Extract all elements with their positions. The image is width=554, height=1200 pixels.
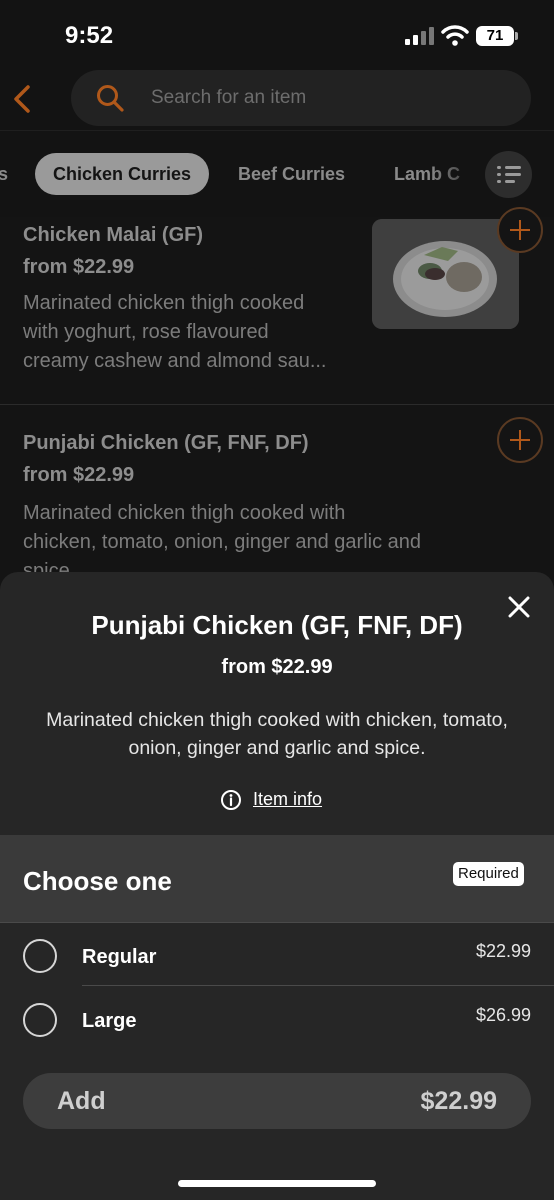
search-icon — [97, 85, 124, 112]
option-divider — [82, 985, 554, 986]
add-button-label: Add — [57, 1087, 106, 1115]
sheet-title: Punjabi Chicken (GF, FNF, DF) — [91, 610, 463, 640]
sheet-description: Marinated chicken thigh cooked with chic… — [46, 709, 508, 759]
add-to-cart-button[interactable]: Add $22.99 — [23, 1073, 531, 1129]
signal-icon — [405, 27, 435, 45]
home-indicator[interactable] — [178, 1180, 376, 1187]
back-chevron-icon[interactable] — [10, 84, 34, 114]
add-icon[interactable] — [497, 417, 543, 463]
add-button-price: $22.99 — [420, 1087, 497, 1115]
menu-item-chicken-malai[interactable]: Chicken Malai (GF) from $22.99 Marinated… — [0, 207, 554, 404]
add-icon[interactable] — [497, 207, 543, 253]
sheet-price: from $22.99 — [221, 656, 333, 678]
tab-previous[interactable]: s — [0, 153, 8, 195]
menu-item-punjabi-chicken[interactable]: Punjabi Chicken (GF, FNF, DF) from $22.9… — [0, 405, 554, 582]
header: Search for an item — [0, 70, 554, 130]
category-tabs: s Chicken Curries Beef Curries Lamb C — [0, 130, 554, 217]
option-large[interactable]: Large $26.99 — [0, 992, 554, 1055]
choose-one-section: Choose one Required — [0, 835, 554, 923]
item-info-label: Item info — [253, 789, 323, 809]
choose-one-title: Choose one — [23, 866, 172, 896]
radio-button[interactable] — [23, 1003, 57, 1037]
menu-item-price: from $22.99 — [23, 256, 135, 278]
option-price: $26.99 — [475, 1005, 531, 1025]
menu-item-name: Chicken Malai (GF) — [23, 224, 204, 246]
option-regular[interactable]: Regular $22.99 — [0, 928, 554, 991]
search-placeholder: Search for an item — [151, 87, 307, 108]
battery-icon: 71 — [476, 26, 518, 46]
menu-item-description: Marinated chicken thigh cooked with yogh… — [23, 292, 327, 372]
menu-item-price: from $22.99 — [23, 464, 135, 486]
item-bottom-sheet: Punjabi Chicken (GF, FNF, DF) from $22.9… — [0, 572, 554, 1200]
option-label: Regular — [82, 946, 157, 968]
required-badge: Required — [453, 862, 524, 886]
radio-button[interactable] — [23, 939, 57, 973]
tab-beef-curries[interactable]: Beef Curries — [238, 153, 345, 195]
status-time: 9:52 — [65, 22, 114, 49]
option-price: $22.99 — [475, 941, 531, 961]
menu-item-name: Punjabi Chicken (GF, FNF, DF) — [23, 432, 309, 454]
filter-button[interactable] — [485, 151, 532, 198]
tab-fade — [430, 151, 490, 199]
option-label: Large — [82, 1010, 137, 1032]
tab-chicken-curries[interactable]: Chicken Curries — [35, 153, 210, 195]
status-bar: 9:52 71 — [0, 0, 554, 70]
wifi-icon — [441, 25, 469, 46]
search-input[interactable]: Search for an item — [71, 70, 531, 126]
info-icon — [221, 790, 241, 810]
